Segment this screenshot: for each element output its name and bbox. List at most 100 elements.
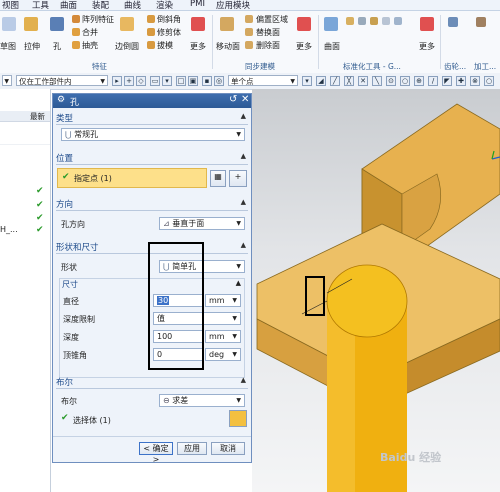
- gear-icon[interactable]: ⚙: [57, 95, 65, 105]
- specify-point-label: 指定点 (1): [74, 174, 112, 183]
- graphics-viewport[interactable]: Baidu 经验: [252, 89, 500, 492]
- selection-tool-icon[interactable]: ▸: [112, 76, 122, 86]
- point-dialog-icon[interactable]: +: [229, 170, 247, 187]
- model-graphic[interactable]: [252, 89, 500, 492]
- close-icon[interactable]: ✕: [241, 94, 249, 105]
- edge-blend-button-label[interactable]: 边倒圆: [115, 41, 139, 52]
- menu-application[interactable]: 应用模块: [216, 0, 250, 11]
- navigator-item-label[interactable]: H_...: [0, 225, 18, 234]
- replace-face-button[interactable]: 替换面: [256, 27, 280, 38]
- type-filter-dropdown[interactable]: ▼: [2, 75, 12, 86]
- snap-icon[interactable]: ◤: [442, 76, 452, 86]
- gear-tool-icon[interactable]: [448, 17, 458, 27]
- menu-tools[interactable]: 工具: [32, 0, 49, 11]
- select-body-icon[interactable]: [229, 410, 247, 427]
- hole-icon[interactable]: [50, 17, 64, 31]
- delete-face-button[interactable]: 删除面: [256, 40, 280, 51]
- more-std-button[interactable]: 更多: [419, 41, 435, 52]
- depth-limit-label: 深度限制: [63, 315, 95, 324]
- selection-tool-icon[interactable]: ◇: [136, 76, 146, 86]
- trim-body-button[interactable]: 修剪体: [157, 27, 181, 38]
- tip-angle-unit-dropdown[interactable]: deg ▼: [205, 348, 241, 361]
- menu-assembly[interactable]: 装配: [92, 0, 109, 11]
- position-section-title: 位置: [56, 154, 74, 164]
- specify-point-row[interactable]: ✔ 指定点 (1): [57, 168, 207, 188]
- selection-tool-icon[interactable]: ▪: [202, 76, 212, 86]
- type-section-header[interactable]: 类型 ▲: [56, 112, 248, 125]
- snap-icon[interactable]: ⊗: [470, 76, 480, 86]
- move-face-icon[interactable]: [220, 17, 234, 31]
- more-features-icon[interactable]: [191, 17, 205, 31]
- check-icon: ✔: [61, 413, 69, 423]
- position-section-header[interactable]: 位置 ▲: [56, 152, 248, 165]
- selection-tool-icon[interactable]: +: [124, 76, 134, 86]
- selection-tool-icon[interactable]: ▣: [188, 76, 198, 86]
- direction-section-header[interactable]: 方向 ▲: [56, 198, 248, 211]
- subtract-icon: ⊖: [163, 396, 173, 405]
- dialog-titlebar[interactable]: ⚙ 孔 ↺ ✕: [53, 94, 251, 108]
- more-sync-button[interactable]: 更多: [296, 41, 312, 52]
- boolean-dropdown[interactable]: ⊖ 求差 ▼: [159, 394, 245, 407]
- surface-button-label[interactable]: 曲面: [324, 41, 340, 52]
- check-icon: ✔: [36, 186, 44, 196]
- chamfer-button[interactable]: 倒斜角: [157, 14, 181, 25]
- ok-button[interactable]: < 确定 >: [139, 442, 173, 464]
- diameter-unit-dropdown[interactable]: mm ▼: [205, 294, 241, 307]
- snap-icon[interactable]: ◢: [316, 76, 326, 86]
- snap-icon[interactable]: ╲: [372, 76, 382, 86]
- dimension-section-title: 尺寸: [62, 280, 78, 289]
- extrude-button-label[interactable]: 拉伸: [24, 41, 40, 52]
- part-navigator: 最新 ✔ ✔ ✔ H_... ✔: [0, 89, 51, 492]
- offset-region-button[interactable]: 偏置区域: [256, 14, 288, 25]
- apply-button[interactable]: 应用: [177, 442, 207, 455]
- menu-pmi[interactable]: PMI: [190, 0, 205, 9]
- menu-curve[interactable]: 曲线: [124, 0, 141, 11]
- surface-icon[interactable]: [324, 17, 338, 31]
- cancel-button[interactable]: 取消: [211, 442, 245, 455]
- array-feature-button[interactable]: 阵列特征: [82, 14, 114, 25]
- watermark: Baidu 经验: [380, 451, 442, 464]
- shell-button[interactable]: 抽壳: [82, 40, 98, 51]
- selection-tool-icon[interactable]: □: [176, 76, 186, 86]
- hole-button-label[interactable]: 孔: [53, 41, 61, 52]
- sketch-icon[interactable]: [2, 17, 16, 31]
- snap-icon[interactable]: ⊙: [386, 76, 396, 86]
- menu-render[interactable]: 渲染: [156, 0, 173, 11]
- collapse-icon[interactable]: ▲: [236, 279, 241, 287]
- more-sync-icon[interactable]: [297, 17, 311, 31]
- reset-icon[interactable]: ↺: [229, 94, 237, 105]
- depth-unit: mm: [209, 332, 225, 341]
- snap-icon[interactable]: ○: [484, 76, 494, 86]
- snap-icon[interactable]: ○: [400, 76, 410, 86]
- edge-blend-icon[interactable]: [120, 17, 134, 31]
- selection-tool-icon[interactable]: ▭: [150, 76, 160, 86]
- move-face-button-label[interactable]: 移动面: [216, 41, 240, 52]
- snap-icon[interactable]: ⊕: [414, 76, 424, 86]
- more-std-icon[interactable]: [420, 17, 434, 31]
- snap-icon[interactable]: ✚: [456, 76, 466, 86]
- menu-view[interactable]: 视图: [2, 0, 19, 11]
- hole-direction-label: 孔方向: [61, 220, 85, 229]
- draft-button[interactable]: 拔模: [157, 40, 173, 51]
- menu-surface[interactable]: 曲面: [60, 0, 77, 11]
- snap-point-dropdown[interactable]: 单个点 ▼: [228, 75, 298, 86]
- snap-icon[interactable]: ✕: [358, 76, 368, 86]
- sync-modeling-group-label: 同步建模: [245, 62, 275, 71]
- more-features-button[interactable]: 更多: [190, 41, 206, 52]
- snap-icon[interactable]: ▾: [302, 76, 312, 86]
- hole-direction-dropdown[interactable]: ⊿ 垂直于面 ▼: [159, 217, 245, 230]
- selection-tool-icon[interactable]: ◎: [214, 76, 224, 86]
- extrude-icon[interactable]: [24, 17, 38, 31]
- sketch-section-icon[interactable]: ▦: [210, 170, 226, 187]
- selection-scope-dropdown[interactable]: 仅在工作部件内 ▼: [16, 75, 108, 86]
- sketch-button-label[interactable]: 草图: [0, 41, 16, 52]
- snap-icon[interactable]: ╳: [344, 76, 354, 86]
- selection-tool-icon[interactable]: ▾: [162, 76, 172, 86]
- process-tool-icon[interactable]: [476, 17, 486, 27]
- depth-unit-dropdown[interactable]: mm ▼: [205, 330, 241, 343]
- boolean-section-header[interactable]: 布尔 ▲: [56, 376, 248, 389]
- snap-icon[interactable]: ╱: [330, 76, 340, 86]
- type-dropdown[interactable]: ⋃ 常规孔 ▼: [61, 128, 245, 141]
- combine-button[interactable]: 合并: [82, 27, 98, 38]
- snap-icon[interactable]: /: [428, 76, 438, 86]
